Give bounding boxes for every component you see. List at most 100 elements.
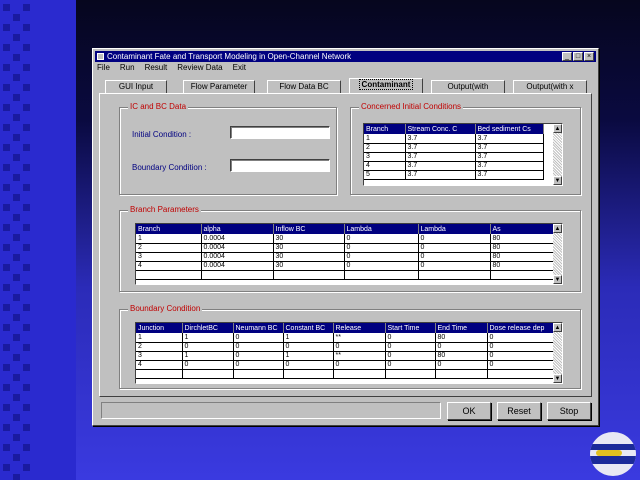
table-row[interactable]: 2 3.7 3.7 <box>364 143 544 153</box>
menu-file[interactable]: File <box>97 62 110 73</box>
ok-button[interactable]: OK <box>447 402 491 420</box>
column-header[interactable]: Dose release dep <box>487 323 556 333</box>
table-cell[interactable]: 0 <box>487 342 556 352</box>
tab-output-with-x[interactable]: Output(with x <box>513 80 587 93</box>
close-button[interactable]: × <box>584 52 594 61</box>
initial-conditions-table[interactable]: Branch Stream Conc. C Bed sediment Cs 13… <box>363 123 563 186</box>
table-cell[interactable]: 0 <box>233 351 284 361</box>
vertical-scrollbar[interactable]: ▲ ▼ <box>553 224 562 284</box>
table-cell[interactable]: 3 <box>136 351 183 361</box>
table-cell[interactable]: 80 <box>435 351 488 361</box>
column-header[interactable]: As <box>490 224 556 234</box>
table-cell[interactable]: 0 <box>283 360 334 370</box>
table-cell[interactable]: 0 <box>487 360 556 370</box>
table-cell[interactable]: 0 <box>233 360 284 370</box>
table-cell[interactable]: 0 <box>418 234 491 244</box>
table-cell[interactable]: 3.7 <box>475 170 544 180</box>
initial-condition-field[interactable] <box>230 126 330 139</box>
table-cell[interactable] <box>201 270 274 280</box>
table-cell[interactable]: 2 <box>136 342 183 352</box>
table-cell[interactable]: 80 <box>490 261 556 271</box>
table-cell[interactable]: 3.7 <box>475 143 544 153</box>
column-header[interactable]: DirchletBC <box>182 323 234 333</box>
boundary-condition-field[interactable] <box>230 159 330 172</box>
table-cell[interactable] <box>273 270 345 280</box>
column-header[interactable]: Branch <box>364 124 406 134</box>
table-cell[interactable]: 0 <box>344 261 419 271</box>
table-cell[interactable]: 4 <box>136 360 183 370</box>
column-header[interactable]: Bed sediment Cs <box>475 124 544 134</box>
table-cell[interactable]: 0 <box>333 360 386 370</box>
branch-parameters-table[interactable]: Branch alpha Inflow BC Lambda Lambda As 1 0.00… <box>135 223 563 285</box>
table-cell[interactable] <box>385 369 436 379</box>
table-cell[interactable] <box>490 270 556 280</box>
table-cell[interactable]: 1 <box>283 333 334 343</box>
scroll-up-icon[interactable]: ▲ <box>553 224 562 233</box>
table-cell[interactable]: 0.0004 <box>201 234 274 244</box>
table-row[interactable]: 40000000 <box>136 360 556 370</box>
scroll-down-icon[interactable]: ▼ <box>553 176 562 185</box>
table-cell[interactable] <box>283 369 334 379</box>
table-cell[interactable]: 1 <box>182 333 234 343</box>
tab-contaminant[interactable]: Contaminant <box>349 78 423 93</box>
table-cell[interactable]: 1 <box>136 333 183 343</box>
table-cell[interactable]: 0 <box>385 351 436 361</box>
table-cell[interactable]: 0 <box>344 243 419 253</box>
table-cell[interactable]: 0 <box>487 351 556 361</box>
table-cell[interactable]: 80 <box>490 243 556 253</box>
column-header[interactable]: End Time <box>435 323 488 333</box>
table-cell[interactable]: 0 <box>182 360 234 370</box>
table-cell[interactable]: 3 <box>136 252 202 262</box>
table-cell[interactable]: 0 <box>344 234 419 244</box>
tab-gui-input[interactable]: GUI Input <box>105 80 167 93</box>
table-cell[interactable]: 80 <box>490 234 556 244</box>
table-row[interactable]: 3 1 0 1 ** 0 80 0 <box>136 351 556 361</box>
table-row[interactable]: 3 3.7 3.7 <box>364 152 544 162</box>
table-row[interactable]: 5 3.7 3.7 <box>364 170 544 180</box>
column-header[interactable]: Stream Conc. C <box>405 124 476 134</box>
table-cell[interactable]: 3.7 <box>475 161 544 171</box>
table-row[interactable]: 20000000 <box>136 342 556 352</box>
table-cell[interactable]: 1 <box>182 351 234 361</box>
table-row[interactable] <box>136 369 556 379</box>
table-cell[interactable]: 2 <box>364 143 406 153</box>
tab-flow-data-bc[interactable]: Flow Data BC <box>267 80 341 93</box>
scroll-up-icon[interactable]: ▲ <box>553 124 562 133</box>
table-cell[interactable]: 0 <box>418 252 491 262</box>
column-header[interactable]: Release <box>333 323 386 333</box>
table-cell[interactable] <box>233 369 284 379</box>
menu-run[interactable]: Run <box>120 62 135 73</box>
table-cell[interactable]: 0 <box>385 360 436 370</box>
column-header[interactable]: Inflow BC <box>273 224 345 234</box>
tab-output-with[interactable]: Output(with <box>431 80 505 93</box>
maximize-button[interactable]: □ <box>573 52 583 61</box>
table-cell[interactable]: 3.7 <box>405 143 476 153</box>
table-row[interactable]: 3 0.0004 30 0 0 80 <box>136 252 556 262</box>
table-cell[interactable]: 3.7 <box>405 170 476 180</box>
table-cell[interactable]: 0 <box>418 261 491 271</box>
table-cell[interactable]: 0 <box>435 342 488 352</box>
table-cell[interactable]: ** <box>333 351 386 361</box>
table-cell[interactable]: 3.7 <box>475 134 544 144</box>
table-cell[interactable]: 1 <box>364 134 406 144</box>
table-cell[interactable] <box>182 369 234 379</box>
table-row[interactable]: 2 0.0004 30 0 0 80 <box>136 243 556 253</box>
table-cell[interactable]: 0 <box>182 342 234 352</box>
column-header[interactable]: Branch <box>136 224 202 234</box>
column-header[interactable]: Start Time <box>385 323 436 333</box>
scroll-up-icon[interactable]: ▲ <box>553 323 562 332</box>
tab-flow-parameter[interactable]: Flow Parameter <box>183 80 255 93</box>
table-cell[interactable]: 0 <box>385 342 436 352</box>
table-row[interactable]: 4 3.7 3.7 <box>364 161 544 171</box>
table-row[interactable]: 4 0.0004 30 0 0 80 <box>136 261 556 271</box>
table-cell[interactable]: 30 <box>273 252 345 262</box>
table-cell[interactable]: 2 <box>136 243 202 253</box>
table-cell[interactable]: 0 <box>435 360 488 370</box>
table-cell[interactable]: 0 <box>283 342 334 352</box>
column-header[interactable]: Constant BC <box>283 323 334 333</box>
table-cell[interactable]: 0 <box>385 333 436 343</box>
table-cell[interactable]: 30 <box>273 243 345 253</box>
table-cell[interactable]: 0.0004 <box>201 252 274 262</box>
table-cell[interactable]: 0 <box>233 333 284 343</box>
table-cell[interactable]: 3 <box>364 152 406 162</box>
